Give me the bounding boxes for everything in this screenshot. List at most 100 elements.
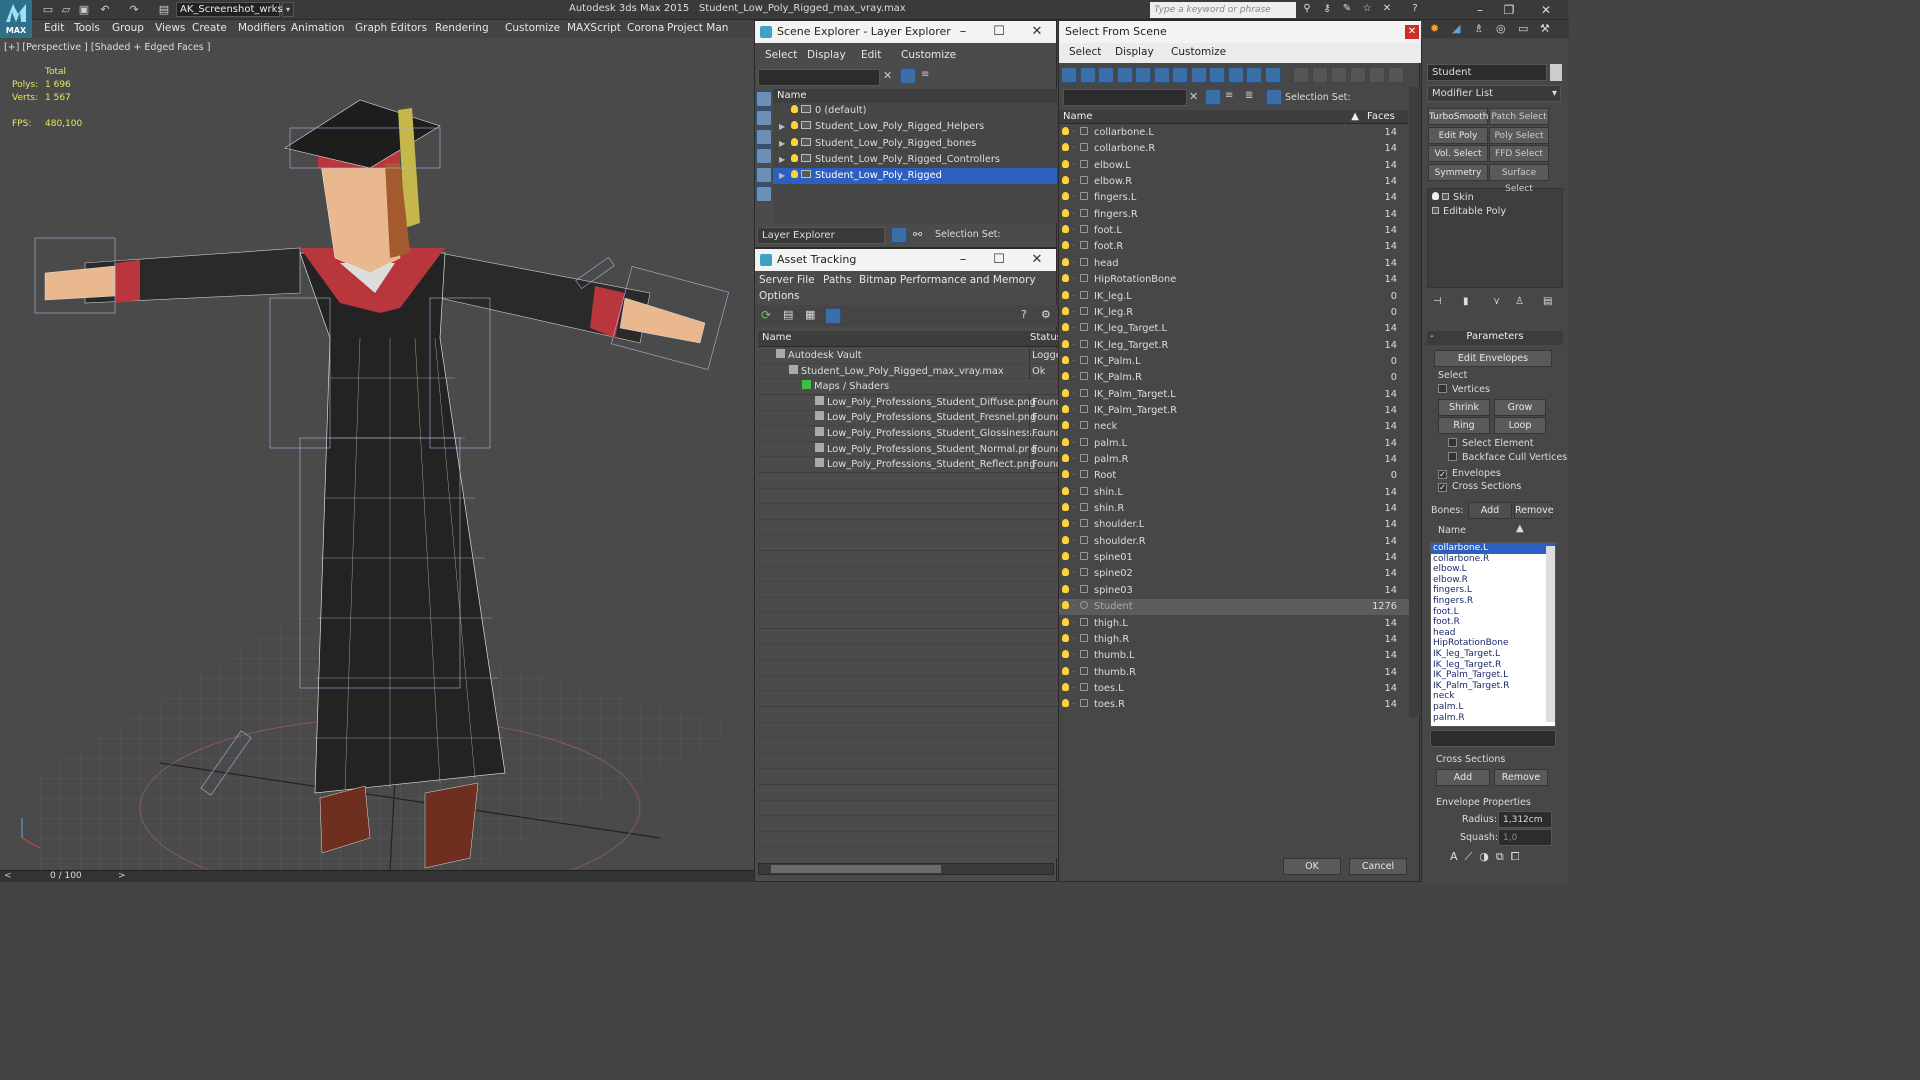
layer-expand-icon[interactable]: ▶ <box>779 136 791 152</box>
object-visibility-icon[interactable] <box>1062 355 1069 364</box>
object-freeze-icon[interactable]: · <box>1072 566 1078 582</box>
close-icon[interactable]: ✕ <box>1534 2 1558 18</box>
scene-object-row[interactable]: · head 14 <box>1059 256 1409 272</box>
object-freeze-icon[interactable]: · <box>1072 338 1078 354</box>
menu-corona[interactable]: Corona <box>627 22 664 34</box>
sfs-menu-customize[interactable]: Customize <box>1171 46 1226 58</box>
remove-bone-button[interactable]: Remove <box>1514 502 1554 519</box>
display-cameras-icon[interactable] <box>756 148 772 164</box>
object-name-field[interactable]: Student <box>1427 64 1547 81</box>
loop-button[interactable]: Loop <box>1494 417 1546 434</box>
sfs-filter-icon[interactable] <box>1205 89 1221 105</box>
scene-object-row[interactable]: · IK_Palm_Target.R 14 <box>1059 403 1409 419</box>
bone-list-item[interactable]: palm.R <box>1431 713 1555 724</box>
object-freeze-icon[interactable]: · <box>1072 370 1078 386</box>
stack-expand-icon[interactable] <box>1432 207 1439 214</box>
modifier-vol-select-button[interactable]: Vol. Select <box>1428 145 1488 162</box>
object-visibility-icon[interactable] <box>1062 552 1069 561</box>
scene-object-row[interactable]: · shoulder.R 14 <box>1059 534 1409 550</box>
sfs-view-option-icon[interactable] <box>1331 67 1347 83</box>
hierarchy-tab-icon[interactable]: ♗ <box>1474 22 1484 35</box>
display-spacewarps-icon[interactable] <box>756 186 772 202</box>
workspace-dropdown[interactable]: AK_Screenshot_wrksp <box>176 2 289 17</box>
sfs-display-filter-icon[interactable] <box>1246 67 1262 83</box>
bone-list-item[interactable]: foot.R <box>1431 617 1555 628</box>
scene-menu-select[interactable]: Select <box>765 49 797 61</box>
layer-visibility-icon[interactable] <box>791 137 798 146</box>
menu-project-man[interactable]: Project Man <box>667 22 728 34</box>
bone-list-item[interactable]: IK_Palm_Target.L <box>1431 670 1555 681</box>
maximize-icon[interactable]: ❐ <box>1497 2 1521 18</box>
menu-rendering[interactable]: Rendering <box>435 22 489 34</box>
sfs-display-filter-icon[interactable] <box>1172 67 1188 83</box>
object-visibility-icon[interactable] <box>1062 568 1069 577</box>
add-bone-button[interactable]: Add <box>1468 502 1512 519</box>
object-freeze-icon[interactable]: · <box>1072 616 1078 632</box>
asset-row[interactable]: Student_Low_Poly_Rigged_max_vray.max Ok <box>758 363 1058 380</box>
scene-close-icon[interactable]: ✕ <box>1020 21 1054 43</box>
show-end-result-icon[interactable]: ▮ <box>1463 296 1469 307</box>
modifier-symmetry-button[interactable]: Symmetry <box>1428 163 1488 181</box>
help-icon[interactable]: ? <box>1408 3 1422 17</box>
sfs-scrollbar[interactable] <box>1409 87 1421 717</box>
object-freeze-icon[interactable]: · <box>1072 665 1078 681</box>
falloff-icon[interactable]: ⟋ <box>1465 850 1473 863</box>
bone-filter-input[interactable] <box>1430 730 1556 747</box>
scene-object-row[interactable]: · fingers.R 14 <box>1059 207 1409 223</box>
sfs-layers-icon[interactable]: ≡ <box>1225 90 1233 101</box>
object-visibility-icon[interactable] <box>1062 584 1069 593</box>
project-folder-icon[interactable]: ▤ <box>156 2 172 17</box>
object-freeze-icon[interactable]: · <box>1072 272 1078 288</box>
envelope-visible-icon[interactable]: ◑ <box>1479 850 1489 863</box>
scene-object-row[interactable]: · shin.L 14 <box>1059 485 1409 501</box>
scene-minimize-icon[interactable]: – <box>946 21 980 43</box>
object-freeze-icon[interactable]: · <box>1072 321 1078 337</box>
select-element-checkbox[interactable]: Select Element <box>1448 438 1534 449</box>
object-freeze-icon[interactable]: · <box>1072 468 1078 484</box>
object-visibility-icon[interactable] <box>1062 127 1069 135</box>
squash-spinner[interactable]: 1,0 <box>1498 829 1552 846</box>
perspective-viewport[interactable]: [+] [Perspective ] [Shaded + Edged Faces… <box>0 38 754 870</box>
search-input[interactable]: Type a keyword or phrase <box>1150 2 1296 18</box>
object-visibility-icon[interactable] <box>1062 388 1069 397</box>
motion-tab-icon[interactable]: ◎ <box>1496 22 1506 35</box>
copy-icon[interactable]: ⧉ <box>1496 850 1504 863</box>
menu-tools[interactable]: Tools <box>74 22 100 34</box>
object-freeze-icon[interactable]: · <box>1072 485 1078 501</box>
hierarchy-icon[interactable]: ⚯ <box>913 228 922 241</box>
redo-icon[interactable]: ↷ <box>126 2 142 17</box>
scene-name-header[interactable]: Name <box>773 89 1057 104</box>
asset-menu-server[interactable]: Server <box>759 274 793 286</box>
menu-animation[interactable]: Animation <box>291 22 345 34</box>
pin-stack-icon[interactable]: ⊣ <box>1433 296 1442 307</box>
time-prev-icon[interactable]: < <box>4 871 12 881</box>
object-visibility-icon[interactable] <box>1062 519 1069 528</box>
object-visibility-icon[interactable] <box>1062 535 1069 544</box>
display-objects-icon[interactable] <box>756 91 772 107</box>
object-visibility-icon[interactable] <box>1062 421 1069 430</box>
object-visibility-icon[interactable] <box>1062 617 1069 626</box>
save-icon[interactable]: ▣ <box>76 2 92 17</box>
object-freeze-icon[interactable]: · <box>1072 158 1078 174</box>
scene-object-row[interactable]: · thigh.R 14 <box>1059 632 1409 648</box>
menu-edit[interactable]: Edit <box>44 22 64 34</box>
object-freeze-icon[interactable]: · <box>1072 436 1078 452</box>
object-freeze-icon[interactable]: · <box>1072 387 1078 403</box>
new-file-icon[interactable]: ▭ <box>40 2 56 17</box>
scene-search-input[interactable] <box>758 69 880 86</box>
object-freeze-icon[interactable]: · <box>1072 223 1078 239</box>
bone-list-item[interactable]: IK_Palm_Target.R <box>1431 681 1555 692</box>
bone-list-item[interactable]: IK_leg_Target.R <box>1431 660 1555 671</box>
modifier-turbosmooth-button[interactable]: TurboSmooth <box>1428 108 1488 125</box>
sfs-display-filter-icon[interactable] <box>1209 67 1225 83</box>
select-from-scene-titlebar[interactable]: Select From Scene ✕ <box>1059 21 1421 43</box>
workspace-dropdown-arrow-icon[interactable]: ▾ <box>282 2 294 17</box>
menu-views[interactable]: Views <box>155 22 185 34</box>
object-freeze-icon[interactable]: · <box>1072 599 1078 615</box>
bone-sort-icon[interactable]: ▲ <box>1516 523 1524 534</box>
sfs-view-option-icon[interactable] <box>1293 67 1309 83</box>
asset-horizontal-scrollbar[interactable] <box>758 863 1054 875</box>
sfs-display-filter-icon[interactable] <box>1079 67 1096 83</box>
binoculars-icon[interactable]: ⚲ <box>1300 3 1314 17</box>
scene-object-row[interactable]: · IK_Palm.R 0 <box>1059 370 1409 386</box>
